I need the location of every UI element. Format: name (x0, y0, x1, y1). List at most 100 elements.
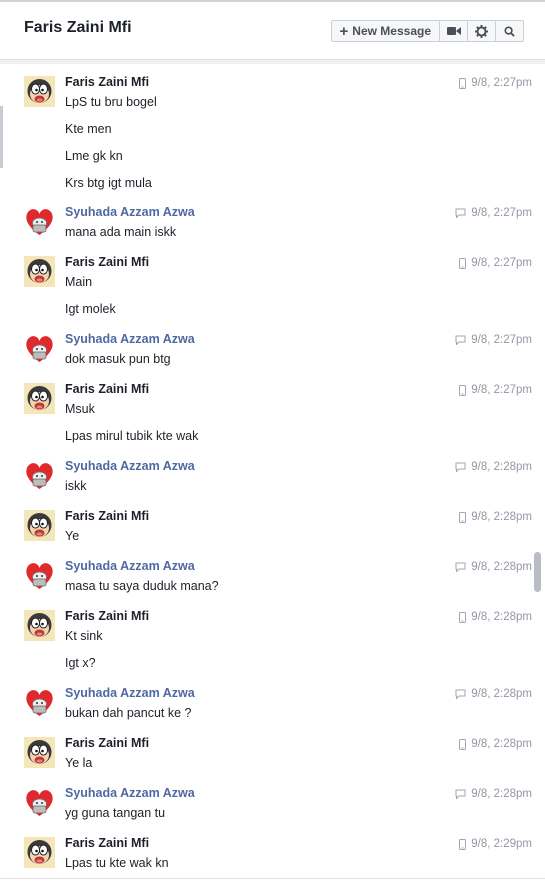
message-text: Ye la (65, 756, 93, 770)
chat-bubble-icon (455, 562, 466, 572)
avatar[interactable] (24, 687, 55, 718)
message-text: Ye (65, 529, 80, 543)
timestamp-text: 9/8, 2:28pm (471, 688, 532, 700)
timestamp-text: 9/8, 2:28pm (471, 461, 532, 473)
sender-name[interactable]: Faris Zaini Mfi (65, 255, 149, 269)
message-text: Lme gk kn (65, 149, 123, 163)
avatar[interactable] (24, 737, 55, 768)
sender-name[interactable]: Syuhada Azzam Azwa (65, 332, 195, 346)
sender-name[interactable]: Faris Zaini Mfi (65, 736, 149, 750)
chat-bubble-icon (455, 335, 466, 345)
message-timestamp: 9/8, 2:28pm (455, 788, 532, 800)
chat-bubble-icon (455, 208, 466, 218)
message-thread[interactable]: Faris Zaini Mfi 9/8, 2:27pm LpS tu bru bog… (0, 64, 532, 878)
avatar[interactable] (24, 76, 55, 107)
message-timestamp: 9/8, 2:29pm (459, 838, 532, 850)
message-text: dok masuk pun btg (65, 352, 171, 366)
sender-name[interactable]: Syuhada Azzam Azwa (65, 786, 195, 800)
message-group: Faris Zaini Mfi 9/8, 2:28pm Ye (0, 509, 532, 556)
message-text: Krs btg igt mula (65, 176, 152, 190)
header-toolbar: + New Message (330, 20, 524, 42)
message-group: Syuhada Azzam Azwa 9/8, 2:27pm dok masuk p… (0, 332, 532, 379)
message-text: Kte men (65, 122, 112, 136)
video-camera-icon (446, 27, 461, 35)
message-group: Syuhada Azzam Azwa 9/8, 2:28pm masa tu say… (0, 559, 532, 606)
message-text: Lpas mirul tubik kte wak (65, 429, 199, 443)
sender-name[interactable]: Faris Zaini Mfi (65, 836, 149, 850)
timestamp-text: 9/8, 2:28pm (471, 788, 532, 800)
message-group: Syuhada Azzam Azwa 9/8, 2:28pm iskk (0, 459, 532, 506)
avatar[interactable] (24, 837, 55, 868)
new-message-label: New Message (352, 24, 431, 38)
avatar[interactable] (24, 383, 55, 414)
message-timestamp: 9/8, 2:27pm (459, 384, 532, 396)
timestamp-text: 9/8, 2:28pm (471, 611, 532, 623)
avatar[interactable] (24, 333, 55, 364)
message-text: mana ada main iskk (65, 225, 177, 239)
thread-scrollbar[interactable] (534, 552, 541, 592)
sender-name[interactable]: Syuhada Azzam Azwa (65, 459, 195, 473)
sender-name[interactable]: Faris Zaini Mfi (65, 609, 149, 623)
message-window: Faris Zaini Mfi + New Message Faris Zain… (0, 0, 545, 891)
message-text: yg guna tangan tu (65, 806, 166, 820)
mobile-phone-icon (459, 384, 467, 396)
message-group: Faris Zaini Mfi 9/8, 2:27pm Msuk Lpas mirul… (0, 382, 532, 456)
message-timestamp: 9/8, 2:27pm (455, 207, 532, 219)
timestamp-text: 9/8, 2:27pm (471, 257, 532, 269)
plus-icon: + (339, 22, 349, 40)
sender-name[interactable]: Faris Zaini Mfi (65, 75, 149, 89)
avatar[interactable] (24, 510, 55, 541)
message-text: bukan dah pancut ke ? (65, 706, 192, 720)
timestamp-text: 9/8, 2:27pm (471, 334, 532, 346)
timestamp-text: 9/8, 2:29pm (471, 838, 532, 850)
message-timestamp: 9/8, 2:27pm (459, 77, 532, 89)
timestamp-text: 9/8, 2:28pm (471, 561, 532, 573)
message-text: Main (65, 275, 93, 289)
new-message-button[interactable]: + New Message (330, 20, 440, 42)
sender-name[interactable]: Syuhada Azzam Azwa (65, 205, 195, 219)
sender-name[interactable]: Faris Zaini Mfi (65, 509, 149, 523)
message-group: Syuhada Azzam Azwa 9/8, 2:28pm yg guna tan… (0, 786, 532, 833)
timestamp-text: 9/8, 2:28pm (471, 738, 532, 750)
search-button[interactable] (495, 20, 524, 42)
mobile-phone-icon (459, 257, 467, 269)
message-text: iskk (65, 479, 87, 493)
message-timestamp: 9/8, 2:28pm (459, 511, 532, 523)
composer-edge (0, 878, 545, 891)
timestamp-text: 9/8, 2:27pm (471, 77, 532, 89)
message-group: Faris Zaini Mfi 9/8, 2:28pm Kt sink Igt x? (0, 609, 532, 683)
avatar[interactable] (24, 460, 55, 491)
gear-icon (475, 24, 488, 38)
avatar[interactable] (24, 610, 55, 641)
sender-name[interactable]: Syuhada Azzam Azwa (65, 686, 195, 700)
message-text: Kt sink (65, 629, 103, 643)
mobile-phone-icon (459, 838, 467, 850)
message-group: Faris Zaini Mfi 9/8, 2:28pm Ye la (0, 736, 532, 783)
message-text: Lpas tu kte wak kn (65, 856, 169, 870)
video-call-button[interactable] (439, 20, 468, 42)
avatar[interactable] (24, 256, 55, 287)
message-group: Syuhada Azzam Azwa 9/8, 2:28pm bukan dah p… (0, 686, 532, 733)
chat-bubble-icon (455, 689, 466, 699)
message-group: Faris Zaini Mfi 9/8, 2:27pm Main Igt molek (0, 255, 532, 329)
timestamp-text: 9/8, 2:28pm (471, 511, 532, 523)
message-timestamp: 9/8, 2:28pm (455, 461, 532, 473)
conversation-header: Faris Zaini Mfi + New Message (0, 2, 545, 60)
message-timestamp: 9/8, 2:27pm (459, 257, 532, 269)
avatar[interactable] (24, 206, 55, 237)
message-text: Igt molek (65, 302, 116, 316)
avatar[interactable] (24, 787, 55, 818)
message-timestamp: 9/8, 2:28pm (455, 561, 532, 573)
message-timestamp: 9/8, 2:28pm (455, 688, 532, 700)
mobile-phone-icon (459, 738, 467, 750)
mobile-phone-icon (459, 611, 467, 623)
sender-name[interactable]: Syuhada Azzam Azwa (65, 559, 195, 573)
message-group: Faris Zaini Mfi 9/8, 2:29pm Lpas tu kte wa… (0, 836, 532, 878)
mobile-phone-icon (459, 77, 467, 89)
timestamp-text: 9/8, 2:27pm (471, 207, 532, 219)
avatar[interactable] (24, 560, 55, 591)
settings-button[interactable] (467, 20, 496, 42)
mobile-phone-icon (459, 511, 467, 523)
sender-name[interactable]: Faris Zaini Mfi (65, 382, 149, 396)
message-timestamp: 9/8, 2:28pm (459, 738, 532, 750)
